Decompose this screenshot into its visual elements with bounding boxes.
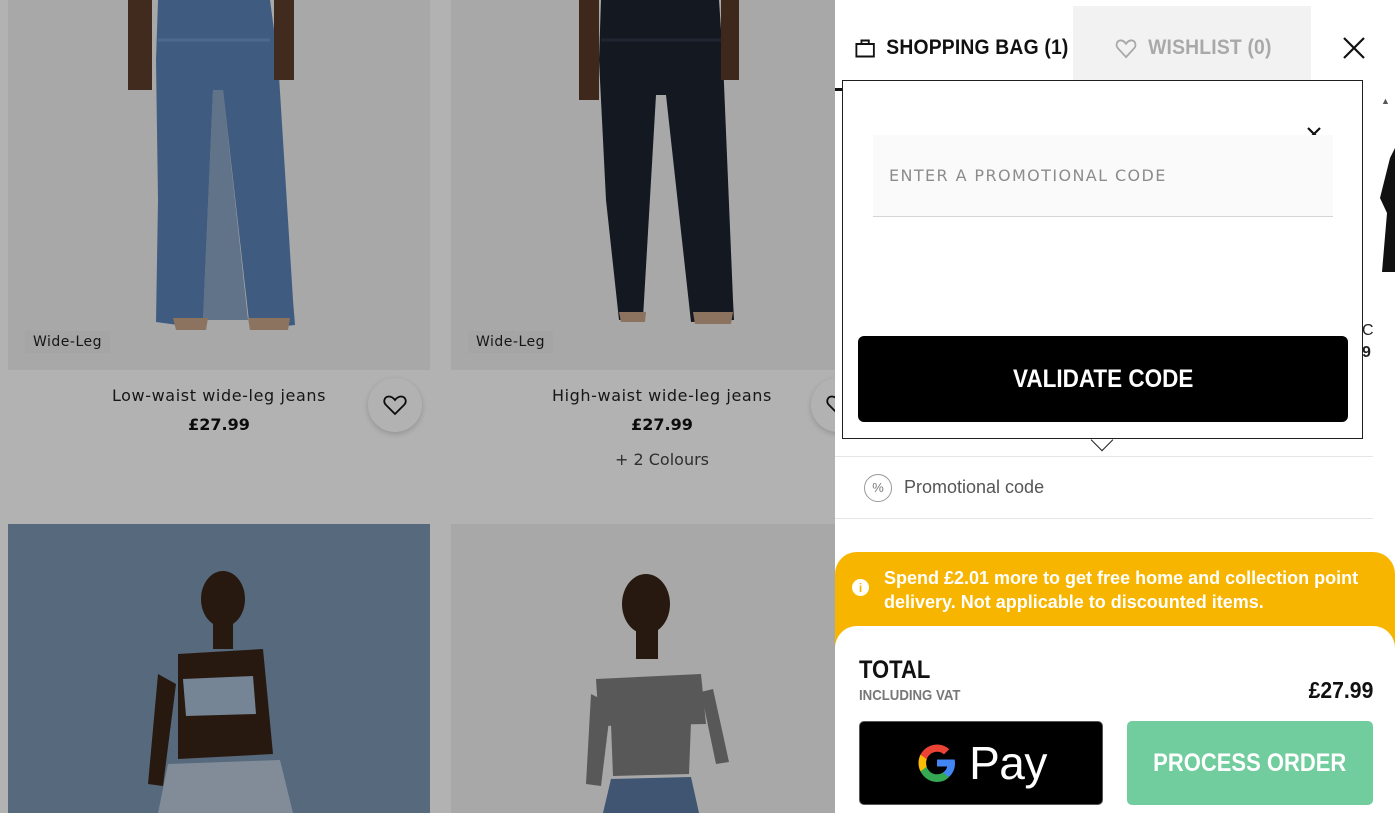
order-totals-panel: TOTAL INCLUDING VAT £27.99 Pay PROCESS O… bbox=[835, 626, 1395, 813]
heart-icon bbox=[1115, 38, 1137, 58]
close-drawer-button[interactable] bbox=[1313, 6, 1395, 90]
validate-code-button[interactable]: VALIDATE CODE bbox=[858, 336, 1348, 422]
google-pay-label: Pay bbox=[969, 737, 1047, 789]
vat-label: INCLUDING VAT bbox=[859, 687, 961, 704]
info-icon: i bbox=[852, 579, 869, 596]
drawer-tabs: SHOPPING BAG (1) WISHLIST (0) bbox=[835, 6, 1395, 91]
tab-shopping-bag[interactable]: SHOPPING BAG (1) bbox=[855, 6, 1068, 90]
tab-wishlist-label: WISHLIST (0) bbox=[1148, 36, 1272, 59]
bag-item-price-fragment: 9 bbox=[1362, 344, 1371, 361]
promo-code-popover: VALIDATE CODE bbox=[842, 80, 1363, 439]
free-delivery-text: Spend £2.01 more to get free home and co… bbox=[884, 568, 1359, 612]
process-order-button[interactable]: PROCESS ORDER bbox=[1127, 721, 1373, 805]
google-pay-button[interactable]: Pay bbox=[859, 721, 1103, 805]
scroll-up-arrow-icon[interactable]: ▲ bbox=[1381, 96, 1390, 106]
validate-code-label: VALIDATE CODE bbox=[1012, 364, 1194, 393]
promotional-code-label: Promotional code bbox=[904, 477, 1045, 497]
bag-item-name-fragment: C bbox=[1362, 322, 1374, 339]
promo-code-input[interactable] bbox=[873, 135, 1333, 217]
percent-icon: % bbox=[864, 473, 892, 502]
tab-shopping-bag-label: SHOPPING BAG (1) bbox=[886, 36, 1069, 59]
tab-wishlist[interactable]: WISHLIST (0) bbox=[1115, 6, 1272, 90]
shopping-bag-icon bbox=[855, 39, 875, 58]
process-order-label: PROCESS ORDER bbox=[1153, 748, 1347, 777]
total-price: £27.99 bbox=[1308, 677, 1373, 703]
close-icon bbox=[1343, 37, 1365, 59]
total-label: TOTAL bbox=[859, 656, 931, 684]
bag-item-thumbnail[interactable] bbox=[1362, 118, 1395, 272]
promotional-code-row[interactable]: % Promotional code bbox=[835, 456, 1373, 519]
google-g-icon bbox=[918, 744, 956, 782]
bag-item-text-fragment: C 9 bbox=[1362, 320, 1374, 364]
